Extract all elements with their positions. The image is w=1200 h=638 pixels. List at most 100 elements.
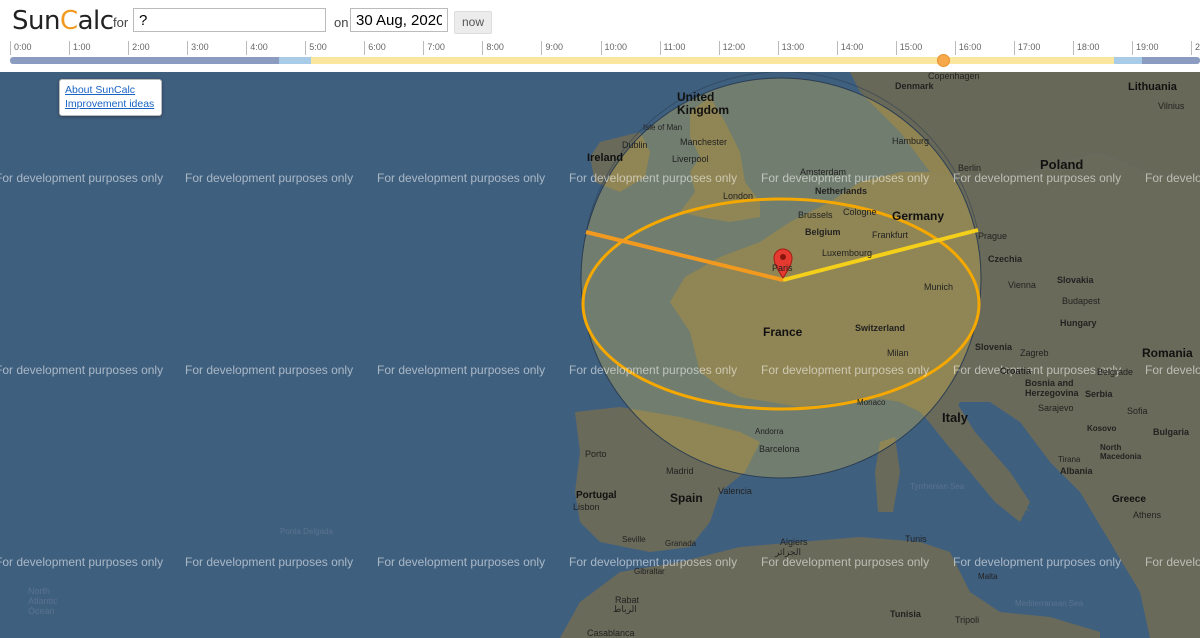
map-label-paris: Paris xyxy=(772,263,793,273)
map-view[interactable]: For development purposes only For develop… xyxy=(0,72,1200,638)
map-label-portugal: Portugal xyxy=(576,490,617,501)
map-label-brussels: Brussels xyxy=(798,210,833,220)
watermark-text: For development purposes only xyxy=(0,555,163,569)
top-toolbar: SunCalc for on now 0:00 1:00 2:00 3:00 4:00 5… xyxy=(0,0,1200,73)
watermark-text: For development purposes only xyxy=(1145,555,1200,569)
location-input[interactable] xyxy=(133,8,326,32)
about-suncalc-link[interactable]: About SunCalc xyxy=(65,84,135,96)
map-label-north-macedonia: Macedonia xyxy=(1100,452,1142,461)
map-label-belgium: Belgium xyxy=(805,227,841,237)
watermark-text: For development purposes only xyxy=(1145,171,1200,185)
map-label-bosnia: Bosnia and xyxy=(1025,378,1074,388)
night-segment xyxy=(10,57,279,64)
watermark-text: For development purposes only xyxy=(185,555,353,569)
map-label-madrid: Madrid xyxy=(666,466,694,476)
watermark-text: For development purposes only xyxy=(377,363,545,377)
hour-tick: 20:00 xyxy=(1191,41,1200,55)
map-label-romania: Romania xyxy=(1142,346,1193,360)
watermark-text: For development purposes only xyxy=(953,363,1121,377)
watermark-text: For development purposes only xyxy=(185,171,353,185)
map-label-greece: Greece xyxy=(1112,494,1146,505)
day-segment xyxy=(311,57,1114,64)
hour-tick: 19:00 xyxy=(1131,41,1158,55)
map-label-switzerland: Switzerland xyxy=(855,323,905,333)
watermark-text: For development purposes only xyxy=(377,555,545,569)
map-label-malta: Malta xyxy=(978,572,998,581)
map-label-luxembourg: Luxembourg xyxy=(822,248,872,258)
map-label-lithuania: Lithuania xyxy=(1128,81,1178,93)
map-label-sarajevo: Sarajevo xyxy=(1038,403,1074,413)
improvement-ideas-link[interactable]: Improvement ideas xyxy=(65,98,154,110)
map-label-tunis: Tunis xyxy=(905,534,927,544)
hour-tick: 3:00 xyxy=(187,41,209,55)
map-label-denmark: Denmark xyxy=(895,81,935,91)
map-label-tunisia: Tunisia xyxy=(890,609,922,619)
dawn-twilight-segment xyxy=(279,57,311,64)
watermark-text: For development purposes only xyxy=(569,171,737,185)
map-label-isle-of-man: Isle of Man xyxy=(643,123,682,132)
hour-tick: 2:00 xyxy=(128,41,150,55)
night-segment-evening xyxy=(1142,57,1200,64)
map-label-france: France xyxy=(763,325,803,339)
map-label-sofia: Sofia xyxy=(1127,406,1148,416)
map-label-italy: Italy xyxy=(942,410,969,425)
map-label-zagreb: Zagreb xyxy=(1020,348,1049,358)
hour-tick: 6:00 xyxy=(364,41,386,55)
time-slider[interactable]: 0:00 1:00 2:00 3:00 4:00 5:00 6:00 7:00 8:00 9:00… xyxy=(10,41,1200,67)
map-label-porto: Porto xyxy=(585,449,607,459)
map-label-bosnia: Herzegovina xyxy=(1025,388,1080,398)
map-label-granada: Granada xyxy=(665,539,697,548)
suncalc-logo[interactable]: SunCalc xyxy=(12,6,114,36)
map-label-barcelona: Barcelona xyxy=(759,444,800,454)
map-label-hamburg: Hamburg xyxy=(892,136,929,146)
map-label-netherlands: Netherlands xyxy=(815,186,867,196)
map-label-amsterdam: Amsterdam xyxy=(800,167,846,177)
hour-tick: 9:00 xyxy=(541,41,563,55)
hour-tick: 10:00 xyxy=(600,41,627,55)
map-label-albania: Albania xyxy=(1060,466,1094,476)
map-label-copenhagen: Copenhagen xyxy=(928,72,980,81)
hour-tick: 8:00 xyxy=(482,41,504,55)
map-label-germany: Germany xyxy=(892,209,944,223)
map-label-north-atlantic-ocean: Atlantic xyxy=(28,596,58,606)
map-label-milan: Milan xyxy=(887,348,909,358)
info-links-box: About SunCalc Improvement ideas xyxy=(59,79,162,116)
hour-tick: 5:00 xyxy=(305,41,327,55)
map-label-algiers-ar: الجزائر xyxy=(774,547,801,558)
logo-text-sun: Sun xyxy=(12,6,60,36)
map-label-andorra: Andorra xyxy=(755,427,784,436)
map-label-athens: Athens xyxy=(1133,510,1162,520)
map-label-kosovo: Kosovo xyxy=(1087,424,1116,433)
hour-tick: 15:00 xyxy=(895,41,922,55)
map-label-vienna: Vienna xyxy=(1008,280,1036,290)
watermark-text: For development purposes only xyxy=(761,363,929,377)
map-label-slovenia: Slovenia xyxy=(975,342,1013,352)
map-label-rabat-ar: الرباط xyxy=(613,604,637,615)
watermark-text: For development purposes only xyxy=(377,171,545,185)
map-label-north-atlantic-ocean: North xyxy=(28,586,50,596)
hour-tick: 18:00 xyxy=(1072,41,1099,55)
hour-tick: 13:00 xyxy=(777,41,804,55)
watermark-text: For development purposes only xyxy=(185,363,353,377)
map-label-united-kingdom: United xyxy=(677,90,714,104)
map-label-algiers: Algiers xyxy=(780,537,808,547)
map-label-belgrade: Belgrade xyxy=(1097,367,1133,377)
time-slider-handle[interactable] xyxy=(936,54,950,67)
map-label-monaco: Monaco xyxy=(857,398,886,407)
date-input[interactable] xyxy=(350,8,448,32)
daylight-bar[interactable] xyxy=(10,57,1200,64)
map-label-czechia: Czechia xyxy=(988,254,1023,264)
map-label-mediterranean-sea: Mediterranean Sea xyxy=(1015,599,1084,608)
now-button[interactable]: now xyxy=(454,11,492,34)
map-label-dublin: Dublin xyxy=(622,140,648,150)
map-label-porta-delgada: Ponta Delgada xyxy=(280,527,333,536)
hour-tick: 1:00 xyxy=(69,41,91,55)
on-label: on xyxy=(334,15,349,30)
hour-tick: 4:00 xyxy=(246,41,268,55)
map-label-poland: Poland xyxy=(1040,157,1083,172)
map-label-london: London xyxy=(723,191,753,201)
logo-text-alc: alc xyxy=(77,6,114,36)
map-label-liverpool: Liverpool xyxy=(672,154,709,164)
map-label-berlin: Berlin xyxy=(958,163,981,173)
map-canvas[interactable]: For development purposes only For develop… xyxy=(0,72,1200,638)
